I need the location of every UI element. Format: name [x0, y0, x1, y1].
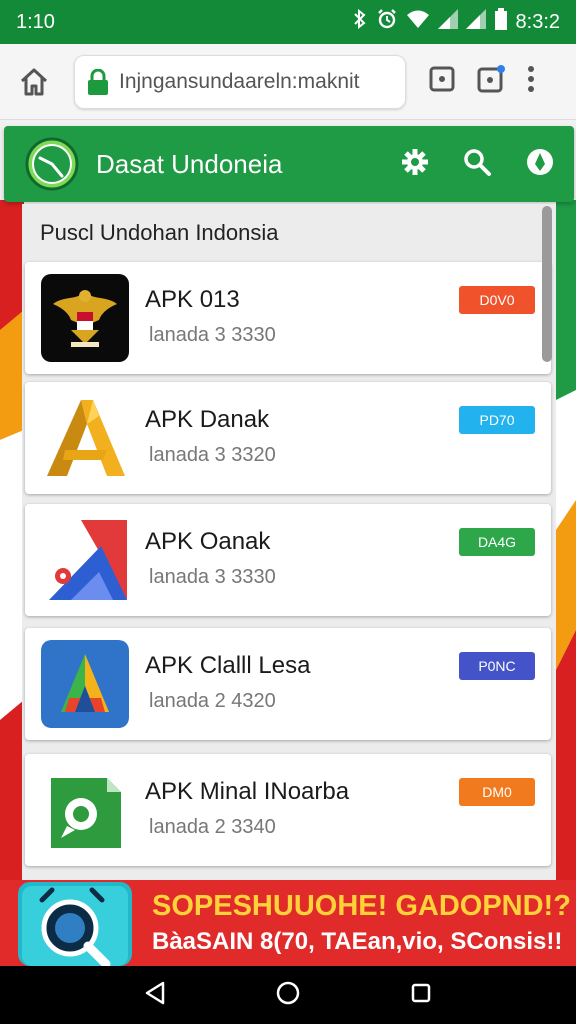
app-badge[interactable]: DM0 — [459, 778, 535, 806]
browser-toolbar: Injngansundaareln:maknit — [0, 44, 576, 120]
tab-switcher-button[interactable] — [428, 65, 456, 98]
app-name: APK Clalll Lesa — [145, 652, 311, 679]
app-badge[interactable]: D0V0 — [459, 286, 535, 314]
back-button[interactable] — [144, 981, 166, 1010]
app-badge[interactable]: PD70 — [459, 406, 535, 434]
notification-icon — [477, 65, 505, 93]
recents-button[interactable] — [410, 982, 432, 1009]
app-subtitle: lanada 2 4320 — [149, 690, 276, 712]
search-button[interactable] — [462, 147, 492, 182]
app-badge[interactable]: P0NC — [459, 652, 535, 680]
banner-headline: SOPESHUUOHE! GADOPND!? — [152, 890, 571, 922]
banner-subline: BàaSAIN 8(70, TAEan,vio, SConsis!! — [152, 928, 563, 955]
circle-home-icon — [276, 981, 300, 1004]
app-list-panel[interactable]: Puscl Undohan Indonsia APK 013 lanada 3 … — [22, 204, 556, 884]
app-title: Dasat Undoneia — [96, 148, 283, 179]
signal-icon — [437, 9, 458, 35]
clock-logo-icon — [25, 137, 79, 191]
app-name: APK 013 — [145, 286, 240, 313]
system-nav-bar — [0, 966, 576, 1024]
overflow-menu-button[interactable] — [526, 65, 536, 98]
app-card[interactable]: APK 013 lanada 3 3330 D0V0 — [25, 262, 551, 374]
location-icon — [527, 148, 553, 175]
app-name: APK Danak — [145, 406, 270, 433]
garuda-icon — [41, 274, 129, 362]
app-name: APK Minal INoarba — [145, 778, 350, 805]
home-icon — [20, 68, 48, 95]
browser-actions — [428, 64, 536, 99]
url-field[interactable]: Injngansundaareln:maknit — [74, 54, 406, 109]
gold-a-icon — [41, 394, 129, 482]
status-bar: 1:10 8:3:2 — [0, 0, 576, 44]
app-card[interactable]: APK Minal INoarba lanada 2 3340 DM0 — [25, 754, 551, 866]
url-text: Injngansundaareln:maknit — [119, 69, 360, 93]
app-actions — [402, 147, 554, 182]
app-card[interactable]: APK Oanak lanada 3 3330 DA4G — [25, 504, 551, 616]
lock-icon — [88, 68, 108, 95]
wifi-icon — [406, 9, 430, 35]
gear-icon — [402, 148, 428, 175]
back-icon — [146, 981, 165, 1004]
alarm-icon — [376, 8, 398, 36]
status-clock: 8:3:2 — [515, 10, 560, 33]
app-name: APK Oanak — [145, 528, 271, 555]
scrollbar-thumb[interactable] — [542, 206, 552, 362]
app-subtitle: lanada 3 3320 — [149, 444, 276, 466]
status-icons: 8:3:2 — [352, 8, 560, 36]
more-vert-icon — [528, 66, 534, 92]
app-card[interactable]: APK Danak lanada 3 3320 PD70 — [25, 382, 551, 494]
home-nav-button[interactable] — [275, 980, 301, 1011]
green-chat-icon — [41, 766, 129, 854]
app-header: Dasat Undoneia — [4, 126, 574, 202]
blue-a-icon — [41, 640, 129, 728]
location-button[interactable] — [526, 148, 554, 181]
notification-button[interactable] — [476, 64, 506, 99]
promo-banner[interactable]: SOPESHUUOHE! GADOPND!? BàaSAIN 8(70, TAE… — [0, 880, 576, 966]
battery-icon — [494, 8, 508, 36]
app-subtitle: lanada 2 3340 — [149, 816, 276, 838]
app-subtitle: lanada 3 3330 — [149, 566, 276, 588]
app-badge[interactable]: DA4G — [459, 528, 535, 556]
status-time: 1:10 — [16, 10, 55, 33]
scrollbar[interactable] — [542, 204, 552, 884]
bluetooth-icon — [352, 8, 368, 35]
app-subtitle: lanada 3 3330 — [149, 324, 276, 346]
home-button[interactable] — [12, 60, 56, 104]
settings-button[interactable] — [402, 148, 428, 180]
app-card[interactable]: APK Clalll Lesa lanada 2 4320 P0NC — [25, 628, 551, 740]
square-recents-icon — [411, 983, 430, 1002]
search-icon — [464, 148, 491, 176]
signal-icon-2 — [465, 9, 486, 35]
tabs-icon — [429, 66, 455, 92]
section-title: Puscl Undohan Indonsia — [40, 220, 279, 245]
magnifier-promo-icon — [18, 882, 132, 966]
red-blue-tri-icon — [41, 516, 129, 604]
